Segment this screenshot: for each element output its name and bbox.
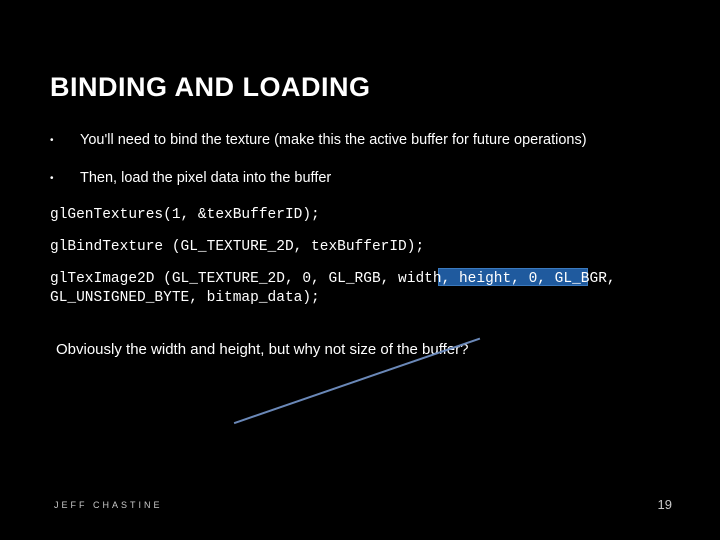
callout-note: Obviously the width and height, but why … (56, 341, 670, 358)
footer-author: JEFF CHASTINE (54, 500, 163, 510)
code-block: glGenTextures(1, &texBufferID); glBindTe… (50, 206, 670, 307)
footer-page-number: 19 (658, 497, 672, 512)
code-text: glTexImage2D (GL_TEXTURE_2D, 0, GL_RGB, … (50, 271, 624, 305)
bullet-item: • You'll need to bind the texture (make … (50, 131, 670, 151)
bullet-marker: • (50, 169, 80, 189)
code-text: glGenTextures(1, &texBufferID); (50, 207, 320, 223)
code-line: glGenTextures(1, &texBufferID); (50, 206, 670, 224)
slide: BINDING AND LOADING • You'll need to bin… (0, 0, 720, 540)
bullet-text: Then, load the pixel data into the buffe… (80, 169, 670, 189)
code-text: glBindTexture (GL_TEXTURE_2D, texBufferI… (50, 239, 424, 255)
bullet-list: • You'll need to bind the texture (make … (50, 131, 670, 188)
slide-title: BINDING AND LOADING (50, 72, 670, 103)
bullet-marker: • (50, 131, 80, 151)
bullet-text: You'll need to bind the texture (make th… (80, 131, 670, 151)
code-line: glTexImage2D (GL_TEXTURE_2D, 0, GL_RGB, … (50, 270, 670, 306)
code-line: glBindTexture (GL_TEXTURE_2D, texBufferI… (50, 238, 670, 256)
bullet-item: • Then, load the pixel data into the buf… (50, 169, 670, 189)
